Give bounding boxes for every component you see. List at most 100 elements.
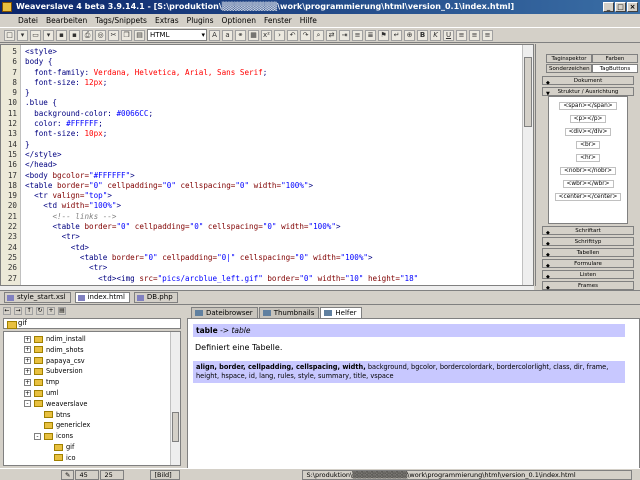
menu-hilfe[interactable]: Hilfe <box>296 16 321 25</box>
align-left-icon[interactable]: ≡ <box>456 29 467 41</box>
format-a-icon[interactable]: A <box>209 29 220 41</box>
superscript-icon[interactable]: x² <box>261 29 272 41</box>
find-icon[interactable]: ⌕ <box>313 29 324 41</box>
up-folder-icon[interactable]: ↑ <box>25 306 33 315</box>
link-icon[interactable]: ⚭ <box>235 29 246 41</box>
expand-toggle-icon[interactable]: - <box>24 400 31 408</box>
new-folder-icon[interactable]: + <box>47 306 55 315</box>
wrap-icon[interactable]: ↵ <box>391 29 402 41</box>
expand-toggle-icon[interactable]: - <box>34 432 41 440</box>
tree-item[interactable]: btns <box>34 410 70 420</box>
section-listen[interactable]: ◆ Listen <box>542 270 634 280</box>
scroll-thumb[interactable] <box>172 412 179 442</box>
tagbutton-center[interactable]: <center></center> <box>549 191 627 204</box>
section-schrifttyp[interactable]: ◆ Schrifttyp <box>542 237 634 247</box>
align-right-icon[interactable]: ≡ <box>482 29 493 41</box>
file-tab-index[interactable]: index.html <box>74 291 130 303</box>
folder-tree[interactable]: + ndim_install + ndim_shots + papaya_csv + Subv… <box>3 331 181 466</box>
tagbutton-div[interactable]: <div></div> <box>549 126 627 139</box>
bold-icon[interactable]: B <box>417 29 428 41</box>
tagbutton-span[interactable]: <span></span> <box>549 100 627 113</box>
tree-item[interactable]: + uml <box>24 388 58 398</box>
code-editor[interactable]: 5 <style> 6 body {7 font-family: Verdana, H… <box>0 44 534 286</box>
tagbutton-wbr[interactable]: <wbr></wbr> <box>549 178 627 191</box>
maximize-button[interactable]: □ <box>615 2 626 12</box>
tree-item[interactable]: + Subversion <box>24 366 83 376</box>
print-icon[interactable]: ⎙ <box>82 29 93 41</box>
tagbutton-hr[interactable]: <hr> <box>549 152 627 165</box>
tab-helfer[interactable]: Helfer <box>320 307 362 318</box>
menu-tags-snippets[interactable]: Tags/Snippets <box>91 16 151 25</box>
indent-icon[interactable]: ≡ <box>352 29 363 41</box>
tree-item[interactable]: ico <box>44 453 76 463</box>
tab-sonderzeichen[interactable]: Sonderzeichen <box>546 64 592 73</box>
expand-toggle-icon[interactable]: + <box>24 346 31 354</box>
italic-icon[interactable]: K <box>430 29 441 41</box>
back-icon[interactable]: ← <box>3 306 11 315</box>
save-all-icon[interactable]: ▪ <box>69 29 80 41</box>
tree-item[interactable]: + ndim_shots <box>24 345 84 355</box>
outdent-icon[interactable]: ≣ <box>365 29 376 41</box>
tree-item[interactable]: genericlex <box>34 420 90 430</box>
folder-select[interactable]: gif <box>3 318 181 329</box>
tree-item[interactable]: - icons <box>34 431 73 441</box>
new-dropdown-icon[interactable]: ▾ <box>17 29 28 41</box>
replace-icon[interactable]: ⇄ <box>326 29 337 41</box>
expand-toggle-icon[interactable]: + <box>24 378 31 386</box>
menu-datei[interactable]: Datei <box>14 16 42 25</box>
menu-plugins[interactable]: Plugins <box>183 16 218 25</box>
tree-item[interactable]: + papaya_csv <box>24 356 85 366</box>
syntax-select[interactable]: HTML <box>147 29 207 41</box>
open-dropdown-icon[interactable]: ▾ <box>43 29 54 41</box>
expand-toggle-icon[interactable]: + <box>24 357 31 365</box>
tagbutton-nobr[interactable]: <nobr></nobr> <box>549 165 627 178</box>
section-tabellen[interactable]: ◆ Tabellen <box>542 248 634 258</box>
expand-toggle-icon[interactable]: + <box>24 335 31 343</box>
paste-icon[interactable]: ▤ <box>134 29 145 41</box>
forward-icon[interactable]: → <box>14 306 22 315</box>
scroll-thumb[interactable] <box>524 57 532 127</box>
close-button[interactable]: × <box>627 2 638 12</box>
preview-icon[interactable]: ◎ <box>95 29 106 41</box>
tab-dateibrowser[interactable]: Dateibrowser <box>191 307 258 318</box>
menu-optionen[interactable]: Optionen <box>218 16 260 25</box>
goto-icon[interactable]: ⇥ <box>339 29 350 41</box>
section-struktur[interactable]: ▼ Struktur / Ausrichtung <box>542 87 634 97</box>
format-b-icon[interactable]: a <box>222 29 233 41</box>
tree-item[interactable]: + ndim_install <box>24 334 86 344</box>
file-tab-style-start[interactable]: style_start.xsl <box>4 291 71 303</box>
underline-icon[interactable]: U <box>443 29 454 41</box>
tagbutton-br[interactable]: <br> <box>549 139 627 152</box>
tag-icon[interactable]: › <box>274 29 285 41</box>
section-formulare[interactable]: ◆ Formulare <box>542 259 634 269</box>
view-icon[interactable]: ▤ <box>58 306 66 315</box>
minimize-button[interactable]: _ <box>603 2 614 12</box>
refresh-icon[interactable]: ↻ <box>36 306 44 315</box>
tab-farben[interactable]: Farben <box>592 54 638 63</box>
menu-fenster[interactable]: Fenster <box>260 16 296 25</box>
section-frames[interactable]: ◆ Frames <box>542 281 634 291</box>
table-icon[interactable]: ▦ <box>248 29 259 41</box>
menu-bearbeiten[interactable]: Bearbeiten <box>42 16 91 25</box>
open-folder-icon[interactable]: ▭ <box>30 29 41 41</box>
section-dokument[interactable]: ◆ Dokument <box>542 76 634 86</box>
tree-scrollbar[interactable] <box>170 332 180 465</box>
tab-taginspektor[interactable]: Taginspektor <box>546 54 592 63</box>
copy-icon[interactable]: ❐ <box>121 29 132 41</box>
tab-tagbuttons[interactable]: TagButtons <box>592 64 638 73</box>
section-schriftart[interactable]: ◆ Schriftart <box>542 226 634 236</box>
save-icon[interactable]: ▪ <box>56 29 67 41</box>
tree-item[interactable]: gif <box>44 442 74 452</box>
new-file-icon[interactable]: □ <box>4 29 15 41</box>
tree-item[interactable]: - weaverslave <box>24 399 87 409</box>
expand-toggle-icon[interactable]: + <box>24 389 31 397</box>
redo-icon[interactable]: ↷ <box>300 29 311 41</box>
zoom-icon[interactable]: ⊕ <box>404 29 415 41</box>
expand-toggle-icon[interactable]: + <box>24 367 31 375</box>
cut-icon[interactable]: ✂ <box>108 29 119 41</box>
menu-extras[interactable]: Extras <box>151 16 183 25</box>
bookmark-icon[interactable]: ⚑ <box>378 29 389 41</box>
file-tab-db[interactable]: DB.php <box>133 291 178 303</box>
align-center-icon[interactable]: ≡ <box>469 29 480 41</box>
editor-vertical-scrollbar[interactable] <box>522 45 533 285</box>
